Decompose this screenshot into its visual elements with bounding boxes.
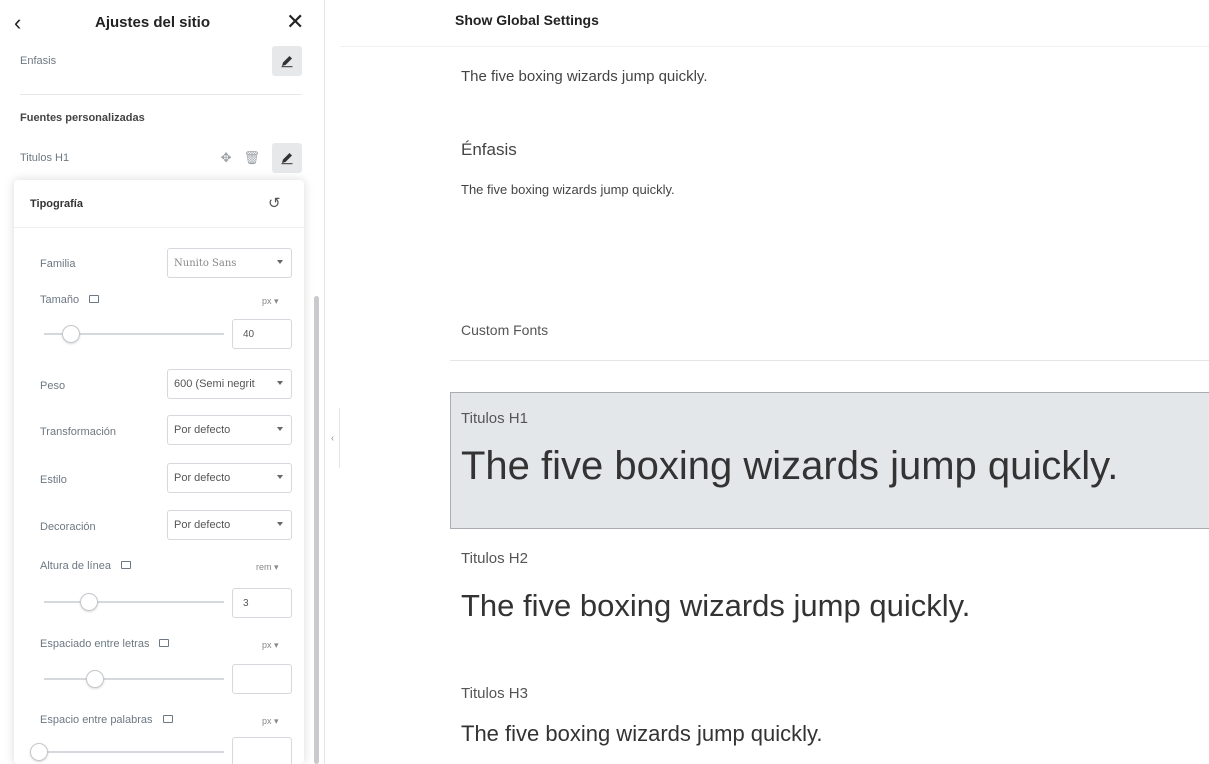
line-height-unit[interactable]: rem ▾: [256, 562, 279, 573]
size-label-text: Tamaño: [40, 294, 80, 306]
emphasis-label: Enfasis: [20, 55, 57, 67]
letter-spacing-input[interactable]: [232, 664, 292, 694]
word-spacing-unit[interactable]: px ▾: [262, 716, 279, 727]
word-spacing-input[interactable]: [232, 737, 292, 764]
chevron-down-icon: [277, 260, 283, 264]
size-input[interactable]: 40: [232, 319, 292, 349]
h3-preview-text: The five boxing wizards jump quickly.: [461, 721, 823, 746]
h1-font-row[interactable]: Titulos H1 ✥ 🗑: [20, 143, 302, 173]
app-root: ‹ Ajustes del sitio ✕ Enfasis Fuentes pe…: [0, 0, 1209, 764]
monitor-icon[interactable]: [162, 715, 173, 724]
edit-h1-button[interactable]: [272, 143, 302, 173]
chevron-down-icon: [277, 381, 283, 385]
letter-spacing-unit[interactable]: px ▾: [262, 640, 279, 651]
preview-header-divider: [340, 46, 1209, 47]
sidebar-header: ‹ Ajustes del sitio ✕: [0, 0, 325, 48]
transform-label: Transformación: [40, 426, 117, 438]
family-label: Familia: [40, 258, 76, 270]
typography-header: Tipografía ↺: [14, 180, 304, 228]
move-icon[interactable]: ✥: [221, 151, 232, 165]
monitor-icon[interactable]: [159, 639, 170, 648]
word-spacing-label: Espacio entre palabras: [40, 714, 173, 726]
decoration-value: Por defecto: [174, 519, 231, 531]
weight-label: Peso: [40, 380, 66, 392]
size-unit[interactable]: px ▾: [262, 296, 279, 307]
chevron-down-icon: [277, 427, 283, 431]
chevron-down-icon: [277, 522, 283, 526]
sidebar-divider: [20, 94, 302, 95]
letter-spacing-label: Espaciado entre letras: [40, 638, 170, 650]
letter-spacing-label-text: Espaciado entre letras: [40, 638, 150, 650]
line-height-label-text: Altura de línea: [40, 560, 111, 572]
custom-fonts-divider: [450, 360, 1209, 361]
line-height-value: 3: [243, 597, 249, 609]
trash-icon[interactable]: 🗑: [243, 151, 260, 165]
word-spacing-label-text: Espacio entre palabras: [40, 714, 153, 726]
preview-sample-text: The five boxing wizards jump quickly.: [461, 68, 708, 85]
decoration-label: Decoración: [40, 521, 96, 533]
h1-font-label: Titulos H1: [20, 152, 70, 164]
preview-title: Show Global Settings: [455, 12, 599, 28]
word-spacing-unit-text: px: [262, 716, 272, 726]
preview-area: Show Global Settings The five boxing wiz…: [340, 0, 1209, 764]
line-height-unit-text: rem: [256, 562, 272, 572]
size-unit-text: px: [262, 296, 272, 306]
chevron-down-icon: [277, 475, 283, 479]
line-height-slider-handle[interactable]: [80, 593, 98, 611]
transform-select[interactable]: Por defecto: [167, 415, 292, 445]
emphasis-row: Enfasis: [20, 46, 302, 76]
weight-value: 600 (Semi negrit: [174, 378, 255, 390]
family-value: Nunito Sans: [174, 257, 237, 269]
typography-panel: Tipografía ↺ Familia Nunito Sans Tamaño …: [14, 180, 304, 764]
edit-emphasis-button[interactable]: [272, 46, 302, 76]
letter-spacing-slider-handle[interactable]: [86, 670, 104, 688]
sidebar-scrollbar[interactable]: [314, 296, 319, 764]
h1-preview-label: Titulos H1: [461, 410, 528, 427]
pencil-icon: [281, 56, 293, 68]
size-slider-handle[interactable]: [62, 325, 80, 343]
transform-value: Por defecto: [174, 424, 231, 436]
size-label: Tamaño: [40, 294, 100, 306]
pencil-icon: [281, 153, 293, 165]
style-label: Estilo: [40, 474, 67, 486]
line-height-input[interactable]: 3: [232, 588, 292, 618]
h1-preview-text: The five boxing wizards jump quickly.: [461, 444, 1119, 488]
family-select[interactable]: Nunito Sans: [167, 248, 292, 278]
weight-select[interactable]: 600 (Semi negrit: [167, 369, 292, 399]
line-height-slider[interactable]: [44, 601, 224, 603]
style-select[interactable]: Por defecto: [167, 463, 292, 493]
reset-icon[interactable]: ↺: [268, 194, 281, 212]
emphasis-sample-text: The five boxing wizards jump quickly.: [461, 182, 675, 197]
collapse-panel-handle[interactable]: ‹: [326, 408, 340, 468]
h2-preview-label: Titulos H2: [461, 550, 528, 567]
decoration-select[interactable]: Por defecto: [167, 510, 292, 540]
letter-spacing-unit-text: px: [262, 640, 272, 650]
emphasis-heading: Énfasis: [461, 140, 517, 159]
letter-spacing-slider[interactable]: [44, 678, 224, 680]
line-height-label: Altura de línea: [40, 560, 131, 572]
close-icon[interactable]: ✕: [286, 11, 304, 33]
size-value: 40: [243, 328, 255, 340]
word-spacing-slider-handle[interactable]: [30, 743, 48, 761]
h1-font-actions: ✥ 🗑: [221, 143, 302, 173]
sidebar-title: Ajustes del sitio: [94, 14, 211, 31]
monitor-icon[interactable]: [89, 295, 100, 304]
custom-fonts-heading: Custom Fonts: [461, 322, 549, 338]
typography-title: Tipografía: [30, 198, 83, 210]
style-value: Por defecto: [174, 472, 231, 484]
h2-preview-text: The five boxing wizards jump quickly.: [461, 588, 971, 623]
monitor-icon[interactable]: [120, 561, 131, 570]
custom-fonts-title: Fuentes personalizadas: [20, 112, 145, 124]
h3-preview-label: Titulos H3: [461, 685, 528, 702]
site-settings-sidebar: ‹ Ajustes del sitio ✕ Enfasis Fuentes pe…: [0, 0, 325, 764]
word-spacing-slider[interactable]: [44, 751, 224, 753]
